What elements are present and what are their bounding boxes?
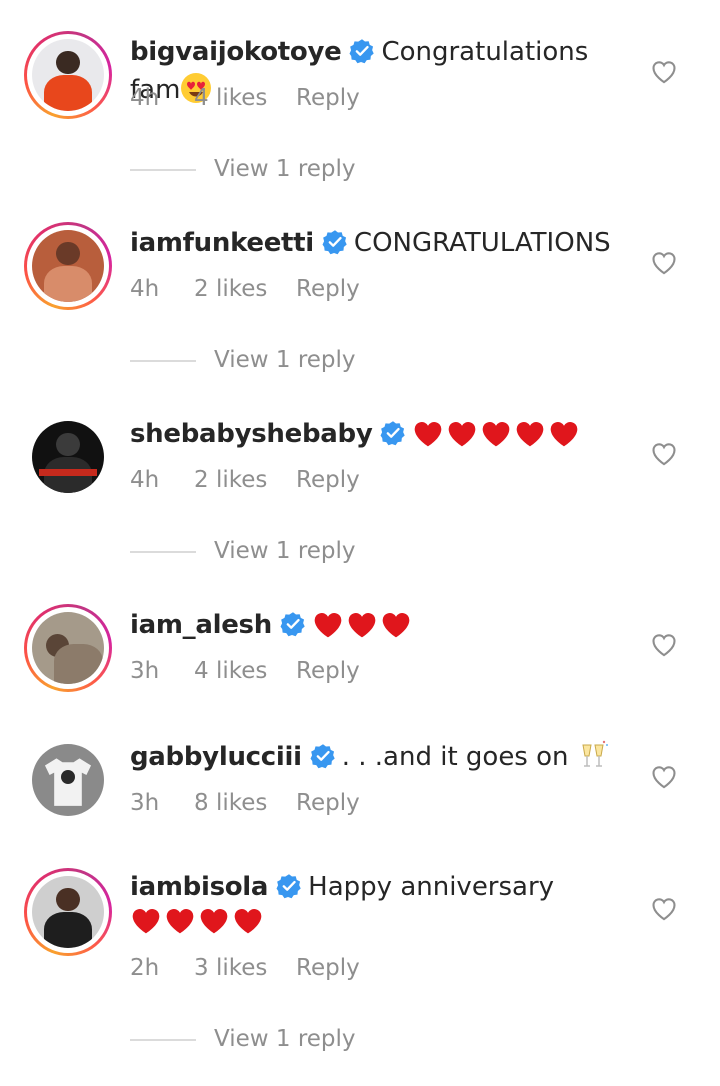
red-hearts-emoji xyxy=(130,905,266,944)
comment-time: 4h xyxy=(130,467,160,493)
view-replies-label: View 1 reply xyxy=(214,347,356,373)
like-heart-icon[interactable] xyxy=(650,440,678,466)
reply-button[interactable]: Reply xyxy=(296,465,360,495)
verified-badge-icon xyxy=(322,230,347,255)
divider xyxy=(130,1038,196,1041)
comment-likes[interactable]: 4 likes xyxy=(194,83,296,113)
avatar[interactable] xyxy=(24,736,112,824)
verified-badge-icon xyxy=(381,421,406,446)
like-heart-icon[interactable] xyxy=(650,631,678,657)
avatar[interactable] xyxy=(24,604,112,692)
comment-likes[interactable]: 2 likes xyxy=(194,274,296,304)
avatar[interactable] xyxy=(24,222,112,310)
avatar[interactable] xyxy=(24,31,112,119)
reply-button[interactable]: Reply xyxy=(296,83,360,113)
comment-username[interactable]: iam_alesh xyxy=(130,610,272,640)
comment-time: 4h xyxy=(130,85,160,111)
comment-likes[interactable]: 8 likes xyxy=(194,788,296,818)
like-heart-icon[interactable] xyxy=(650,58,678,84)
red-hearts-emoji xyxy=(312,609,414,650)
comment-likes[interactable]: 3 likes xyxy=(194,953,296,983)
comment-text: . . .and it goes on xyxy=(341,742,569,772)
reply-button[interactable]: Reply xyxy=(296,656,360,686)
verified-badge-icon xyxy=(310,744,335,769)
view-replies-label: View 1 reply xyxy=(214,538,356,564)
divider xyxy=(130,168,196,171)
comment-time: 3h xyxy=(130,790,160,816)
comment-username[interactable]: bigvaijokotoye xyxy=(130,37,342,67)
comment-time: 3h xyxy=(130,658,160,684)
like-heart-icon[interactable] xyxy=(650,763,678,789)
divider xyxy=(130,359,196,362)
red-hearts-emoji xyxy=(412,418,582,459)
view-replies-label: View 1 reply xyxy=(214,1026,356,1052)
reply-button[interactable]: Reply xyxy=(296,274,360,304)
like-heart-icon[interactable] xyxy=(650,249,678,275)
like-heart-icon[interactable] xyxy=(650,895,678,921)
comment-username[interactable]: iambisola xyxy=(130,872,268,902)
comment-time: 4h xyxy=(130,276,160,302)
reply-button[interactable]: Reply xyxy=(296,953,360,983)
verified-badge-icon xyxy=(349,39,375,64)
reply-button[interactable]: Reply xyxy=(296,788,360,818)
divider xyxy=(130,550,196,553)
view-replies-button[interactable]: View 1 reply xyxy=(130,536,356,566)
avatar[interactable] xyxy=(24,868,112,956)
comment-username[interactable]: iamfunkeetti xyxy=(130,228,314,258)
view-replies-button[interactable]: View 1 reply xyxy=(130,345,356,375)
comment-text: CONGRATULATIONS xyxy=(353,228,611,258)
comment-username[interactable]: gabbylucciii xyxy=(130,742,302,772)
avatar[interactable] xyxy=(24,413,112,501)
view-replies-button[interactable]: View 1 reply xyxy=(130,1024,356,1054)
champagne-glasses-emoji xyxy=(581,740,608,767)
verified-badge-icon xyxy=(280,612,305,637)
verified-badge-icon xyxy=(276,874,301,899)
comment-likes[interactable]: 4 likes xyxy=(194,656,296,686)
comment-text: Happy anniversary xyxy=(308,872,555,902)
view-replies-button[interactable]: View 1 reply xyxy=(130,154,356,184)
view-replies-label: View 1 reply xyxy=(214,156,356,182)
comment-username[interactable]: shebabyshebaby xyxy=(130,419,373,449)
comment-time: 2h xyxy=(130,955,160,981)
comment-likes[interactable]: 2 likes xyxy=(194,465,296,495)
